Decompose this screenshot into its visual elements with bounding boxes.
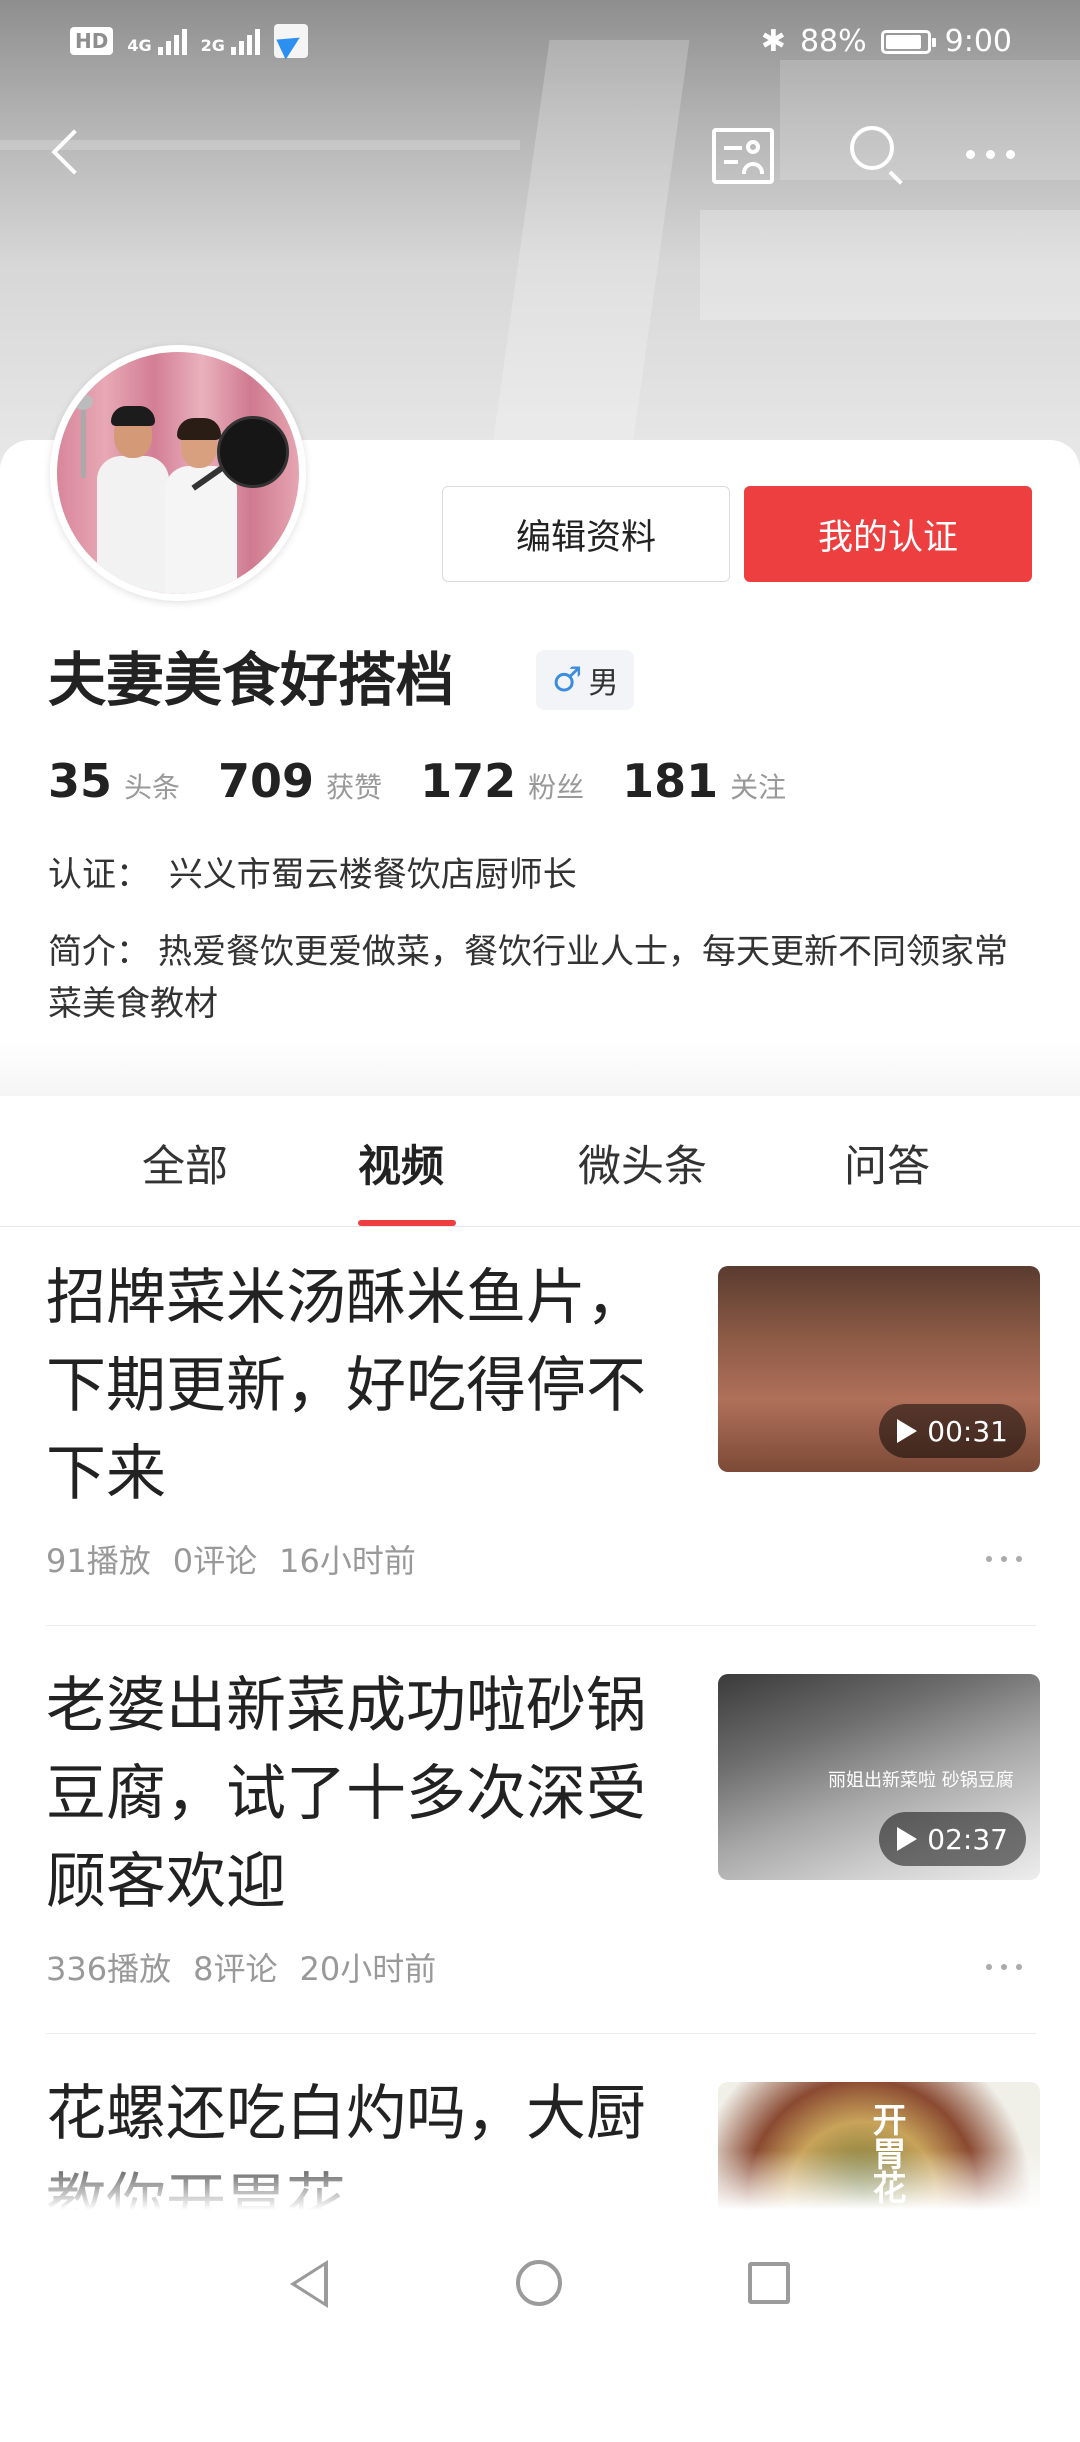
play-icon <box>897 1827 918 1851</box>
more-icon[interactable] <box>966 150 1015 159</box>
content-tabs: 全部 视频 微头条 问答 <box>0 1096 1080 1227</box>
avatar[interactable] <box>50 345 306 601</box>
tab-qa[interactable]: 问答 <box>844 1132 930 1194</box>
hd-badge: HD <box>70 27 114 55</box>
status-right: ✱ 88% 9:00 <box>761 24 1012 59</box>
video-thumbnail[interactable]: 00:31 <box>718 1266 1040 1472</box>
cert-label: 认证： <box>48 855 150 895</box>
feed-item[interactable]: 招牌菜米汤酥米鱼片，下期更新，好吃得停不下来 00:31 91播放 0评论 16… <box>0 1226 1080 1626</box>
stat-following[interactable]: 181 关注 <box>622 754 786 808</box>
battery-fill <box>885 34 921 49</box>
bio: 简介： 热爱餐饮更爱做菜，餐饮行业人士，每天更新不同领家常菜美食教材 <box>48 926 1038 1030</box>
comment-count: 0评论 <box>172 1542 258 1580</box>
play-icon <box>897 1419 918 1443</box>
network-type-label: 4G <box>127 36 152 55</box>
system-home-icon[interactable] <box>516 2260 562 2306</box>
certification: 认证： 兴义市蜀云楼餐饮店厨师长 <box>48 850 577 900</box>
stat-label: 头条 <box>124 771 181 804</box>
stat-label: 获赞 <box>326 771 383 804</box>
more-options-icon[interactable] <box>986 1556 1022 1562</box>
bluetooth-icon: ✱ <box>760 24 786 59</box>
feed-divider <box>46 2033 1036 2034</box>
stat-label: 粉丝 <box>528 771 585 804</box>
feed-item-meta: 91播放 0评论 16小时前 <box>46 1536 416 1582</box>
stat-number: 709 <box>218 754 315 808</box>
signal-2g: 2G <box>201 27 260 55</box>
feed-divider <box>46 1625 1036 1626</box>
stat-followers[interactable]: 172 粉丝 <box>420 754 584 808</box>
video-duration: 02:37 <box>927 1822 1008 1856</box>
status-left: HD 4G 2G <box>70 24 308 58</box>
signal-4g: 4G <box>127 27 187 55</box>
video-thumbnail[interactable]: 丽姐出新菜啦 砂锅豆腐 02:37 <box>718 1674 1040 1880</box>
gender-label: 男 <box>588 666 619 701</box>
stat-number: 35 <box>48 754 113 808</box>
play-count: 336播放 <box>46 1950 172 1988</box>
clock: 9:00 <box>944 24 1012 59</box>
bio-value: 热爱餐饮更爱做菜，餐饮行业人士，每天更新不同领家常菜美食教材 <box>48 932 1008 1024</box>
profile-stats: 35 头条 709 获赞 172 粉丝 181 关注 <box>48 754 824 808</box>
edit-profile-button[interactable]: 编辑资料 <box>442 486 730 582</box>
battery-icon <box>880 29 936 54</box>
bottom-fade <box>0 2150 1080 2210</box>
comment-count: 8评论 <box>193 1950 278 1988</box>
tab-weitoutiao[interactable]: 微头条 <box>578 1132 707 1194</box>
stat-likes[interactable]: 709 获赞 <box>218 754 382 808</box>
system-recents-icon[interactable] <box>748 2262 790 2304</box>
bio-label: 简介： <box>48 932 150 972</box>
cert-value: 兴义市蜀云楼餐饮店厨师长 <box>168 855 577 895</box>
more-options-icon[interactable] <box>986 1964 1022 1970</box>
tab-all[interactable]: 全部 <box>142 1132 228 1194</box>
app-notification-icon <box>273 24 308 58</box>
section-divider <box>0 1040 1080 1096</box>
feed-item-meta: 336播放 8评论 20小时前 <box>46 1944 436 1990</box>
video-duration-badge: 02:37 <box>879 1812 1026 1866</box>
video-duration: 00:31 <box>927 1414 1008 1448</box>
avatar-photo <box>57 352 299 594</box>
header-light-shade <box>700 210 1080 320</box>
publish-time: 20小时前 <box>299 1950 437 1988</box>
header-light-shade <box>490 40 690 460</box>
system-navigation-bar <box>0 2210 1080 2340</box>
battery-percent: 88% <box>799 24 867 59</box>
status-bar: HD 4G 2G ✱ 88% 9:00 <box>0 0 1080 92</box>
thumbnail-caption: 丽姐出新菜啦 砂锅豆腐 <box>828 1770 1014 1791</box>
profile-card-icon[interactable] <box>712 128 774 184</box>
profile-name: 夫妻美食好搭档 <box>48 646 455 714</box>
feed-item[interactable]: 老婆出新菜成功啦砂锅豆腐，试了十多次深受顾客欢迎 丽姐出新菜啦 砂锅豆腐 02:… <box>0 1634 1080 2034</box>
stat-articles[interactable]: 35 头条 <box>48 754 180 808</box>
feed-item-title[interactable]: 招牌菜米汤酥米鱼片，下期更新，好吃得停不下来 <box>46 1254 646 1518</box>
stat-label: 关注 <box>730 771 787 804</box>
male-icon: ♂ <box>552 660 583 700</box>
publish-time: 16小时前 <box>279 1542 416 1580</box>
signal-bars-icon <box>230 27 260 55</box>
system-back-icon[interactable] <box>290 2260 328 2308</box>
video-duration-badge: 00:31 <box>879 1404 1026 1458</box>
my-verification-button[interactable]: 我的认证 <box>744 486 1032 582</box>
tab-video[interactable]: 视频 <box>358 1132 444 1194</box>
play-count: 91播放 <box>46 1542 151 1580</box>
back-icon[interactable] <box>40 120 90 190</box>
gender-badge: ♂ 男 <box>536 650 635 710</box>
stat-number: 172 <box>420 754 517 808</box>
stat-number: 181 <box>622 754 719 808</box>
network-type-label: 2G <box>200 36 225 55</box>
signal-bars-icon <box>157 27 187 55</box>
search-icon[interactable] <box>850 126 910 186</box>
feed-item-title[interactable]: 老婆出新菜成功啦砂锅豆腐，试了十多次深受顾客欢迎 <box>46 1662 646 1926</box>
